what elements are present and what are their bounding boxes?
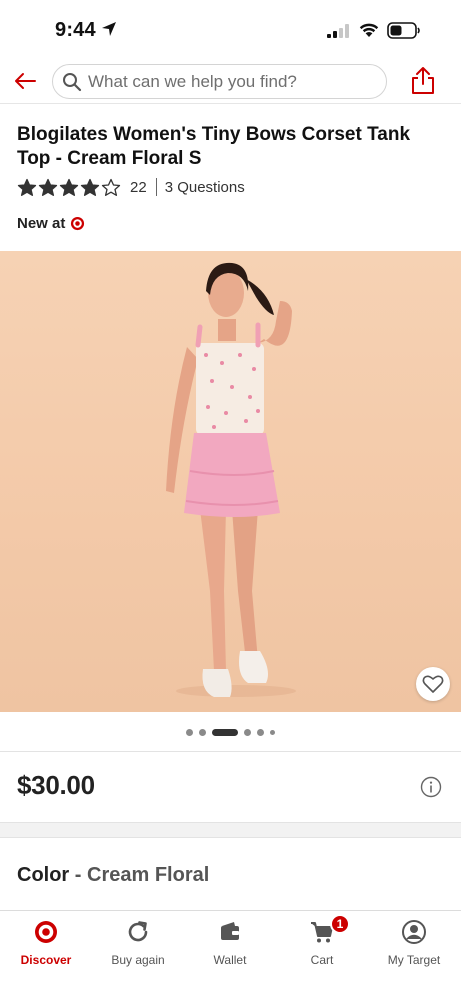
nav-buy-again[interactable]: Buy again [92,919,184,975]
star-empty-icon [101,178,121,196]
review-count[interactable]: 22 [130,179,147,196]
battery-icon [387,22,420,39]
wallet-icon [221,922,239,940]
carousel-dot[interactable] [270,729,275,735]
star-filled-icon [80,178,100,196]
nav-my-target[interactable]: My Target [368,919,460,975]
nav-label: Cart [310,953,334,967]
nav-label: Discover [20,953,72,967]
target-bullseye-icon [35,921,57,943]
carousel-dot[interactable] [244,728,251,736]
target-logo-icon [71,216,85,231]
status-bar: 9:44 [0,0,461,58]
carousel-dot-active[interactable] [212,728,238,736]
share-icon[interactable] [410,65,436,95]
carousel-dot[interactable] [199,728,206,736]
cart-badge: 1 [330,914,350,934]
nav-cart[interactable]: 1 Cart [276,914,368,975]
product-title: Blogilates Women's Tiny Bows Corset Tank… [17,124,411,169]
bottom-navigation: Discover Buy again Wallet 1 Cart My Targ… [0,910,461,1000]
new-at-badge: New at [17,215,85,232]
color-value: Cream Floral [87,864,210,886]
star-rating [17,178,121,196]
search-box[interactable] [52,64,387,99]
section-spacer [0,822,461,838]
status-time: 9:44 [55,19,96,41]
rating-divider [155,178,157,196]
product-page: 9:44 What can we help you find? Blogilat… [0,0,461,1000]
color-separator: - [74,864,82,886]
new-at-label: New at [17,215,66,232]
color-label: Color [17,864,70,886]
nav-discover[interactable]: Discover [0,919,92,975]
price: $30.00 [17,770,95,800]
model-illustration [166,262,296,697]
back-arrow-icon[interactable] [10,66,40,96]
heart-icon [422,675,444,693]
nav-label: My Target [387,953,441,967]
star-filled-icon [17,178,37,196]
carousel-dot[interactable] [186,728,193,736]
refresh-icon [128,921,148,942]
section-divider [0,751,461,752]
product-image[interactable] [0,251,461,712]
favorite-button[interactable] [416,667,450,701]
nav-wallet[interactable]: Wallet [184,919,276,975]
location-arrow-icon [102,22,116,36]
questions-link[interactable]: 3 Questions [165,179,245,196]
search-header [0,58,461,104]
search-input[interactable] [88,68,378,95]
cellular-signal-icon [327,24,349,38]
user-icon [402,920,426,944]
nav-label: Buy again [111,953,165,967]
search-icon [63,73,82,92]
nav-label: Wallet [213,953,247,967]
info-icon[interactable] [420,776,442,798]
carousel-dot[interactable] [257,728,264,736]
carousel-indicator[interactable] [0,728,461,736]
star-filled-icon [38,178,58,196]
star-filled-icon [59,178,79,196]
color-selector-header: Color - Cream Floral [17,864,209,887]
rating-row[interactable]: 22 3 Questions [17,177,245,197]
wifi-icon [359,23,379,37]
